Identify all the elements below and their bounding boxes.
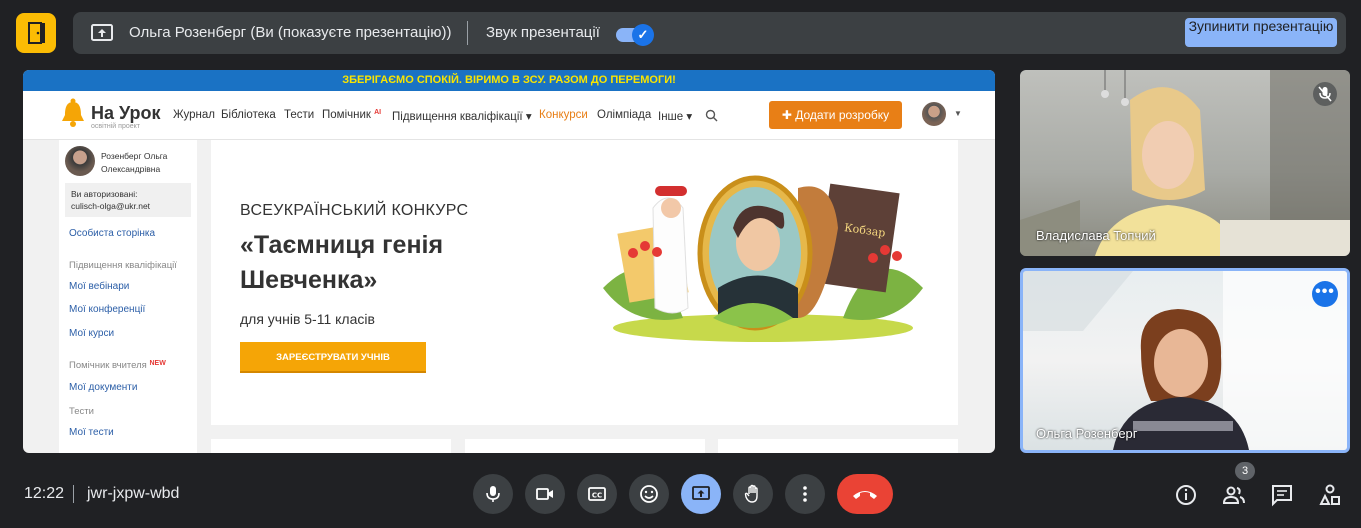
emoji-button[interactable] [629, 474, 669, 514]
auth-email: culisch-olga@ukr.net [71, 201, 151, 211]
people-icon[interactable] [1222, 483, 1246, 507]
more-options-icon[interactable]: ••• [1312, 281, 1338, 307]
nav-library[interactable]: Бібліотека [221, 109, 276, 121]
material-card [465, 439, 705, 453]
mic-button[interactable] [473, 474, 513, 514]
participant-name: Владислава Топчий [1036, 228, 1156, 243]
site-banner: ЗБЕРІГАЄМО СПОКІЙ. ВІРИМО В ЗСУ. РАЗОМ Д… [23, 70, 995, 91]
activities-icon[interactable] [1318, 483, 1342, 507]
more-options-icon [803, 486, 807, 502]
sidebar-item-conferences[interactable]: Мої конференції [69, 304, 145, 315]
participant-count-badge: 3 [1235, 462, 1255, 480]
nav-helper-label: Помічник [322, 109, 371, 121]
emoji-icon [640, 485, 658, 503]
more-options-button[interactable] [785, 474, 825, 514]
hang-up-icon [853, 491, 877, 499]
stop-presenting-button[interactable]: Зупинити презентацію [1185, 18, 1337, 47]
sidebar-section-tests: Тести [69, 406, 94, 417]
mic-off-icon [1313, 82, 1337, 106]
nav-olympiad[interactable]: Олімпіада [597, 109, 651, 121]
present-screen-icon [91, 23, 113, 43]
presenter-text: Ольга Розенберг (Ви (показуєте презентац… [129, 24, 452, 41]
camera-button[interactable] [525, 474, 565, 514]
nav-other[interactable]: Інше ▾ [658, 109, 692, 123]
nav-helper[interactable]: Помічник AI [322, 109, 381, 121]
shared-screen: ЗБЕРІГАЄМО СПОКІЙ. ВІРИМО В ЗСУ. РАЗОМ Д… [23, 70, 995, 453]
material-card [211, 439, 451, 453]
info-icon[interactable] [1174, 483, 1198, 507]
auth-label: Ви авторизовані: [71, 189, 138, 199]
sidebar-item-documents[interactable]: Мої документи [69, 382, 137, 393]
search-icon[interactable] [705, 109, 718, 122]
camera-icon [536, 488, 553, 500]
door-icon[interactable] [16, 13, 56, 53]
ai-tag: AI [374, 109, 382, 116]
raise-hand-icon [744, 484, 758, 503]
captions-icon: CC [588, 487, 606, 501]
new-badge: NEW [149, 360, 166, 367]
sidebar-section-helper-label: Помічник вчителя [69, 360, 147, 371]
sidebar-section-helper: Помічник вчителя NEW [69, 360, 166, 371]
auth-info: Ви авторизовані: culisch-olga@ukr.net [65, 183, 191, 217]
register-students-button[interactable]: ЗАРЕЄСТРУВАТИ УЧНІВ [240, 342, 426, 373]
svg-text:CC: CC [592, 492, 602, 500]
contest-grades: для учнів 5-11 класів [240, 311, 375, 327]
sidebar-item-personal-page[interactable]: Особиста сторінка [69, 228, 155, 239]
present-icon [692, 486, 710, 500]
avatar[interactable] [65, 146, 95, 176]
participant-name: Ольга Розенберг [1036, 426, 1138, 441]
add-material-button[interactable]: ✚ Додати розробку [769, 101, 902, 129]
site-logo-title[interactable]: На Урок [91, 103, 161, 124]
meeting-time: 12:22 [24, 485, 65, 502]
sidebar-section-qualification: Підвищення кваліфікації [69, 260, 177, 271]
sidebar-item-webinars[interactable]: Мої вебінари [69, 281, 129, 292]
shevchenko-illustration: Кобзар [593, 168, 933, 348]
contest-subtitle: ВСЕУКРАЇНСЬКИЙ КОНКУРС [240, 202, 469, 219]
sound-label: Звук презентації [486, 24, 600, 41]
divider [467, 21, 468, 45]
chat-icon[interactable] [1270, 483, 1294, 507]
raise-hand-button[interactable] [733, 474, 773, 514]
check-icon[interactable]: ✓ [632, 24, 654, 46]
sidebar-user-name[interactable]: Розенберг Ольга Олександрівна [101, 150, 191, 176]
mic-icon [486, 486, 500, 502]
hang-up-button[interactable] [837, 474, 893, 514]
chevron-down-icon[interactable]: ▼ [954, 109, 962, 118]
captions-button[interactable]: CC [577, 474, 617, 514]
material-card [718, 439, 958, 453]
site-logo-subtitle: освітній проект [91, 123, 140, 130]
nav-journal[interactable]: Журнал [173, 109, 215, 121]
present-button[interactable] [681, 474, 721, 514]
sidebar-item-courses[interactable]: Мої курси [69, 328, 114, 339]
sidebar-item-my-tests[interactable]: Мої тести [69, 427, 114, 438]
avatar[interactable] [922, 102, 946, 126]
nav-tests[interactable]: Тести [284, 109, 314, 121]
nav-qualification[interactable]: Підвищення кваліфікації ▾ [392, 109, 532, 123]
bell-logo-icon[interactable] [61, 98, 85, 128]
nav-contests[interactable]: Конкурси [539, 109, 588, 121]
contest-title: «Таємниця генія Шевченка» [240, 231, 444, 294]
divider [73, 485, 74, 503]
meeting-code: jwr-jxpw-wbd [87, 485, 180, 502]
